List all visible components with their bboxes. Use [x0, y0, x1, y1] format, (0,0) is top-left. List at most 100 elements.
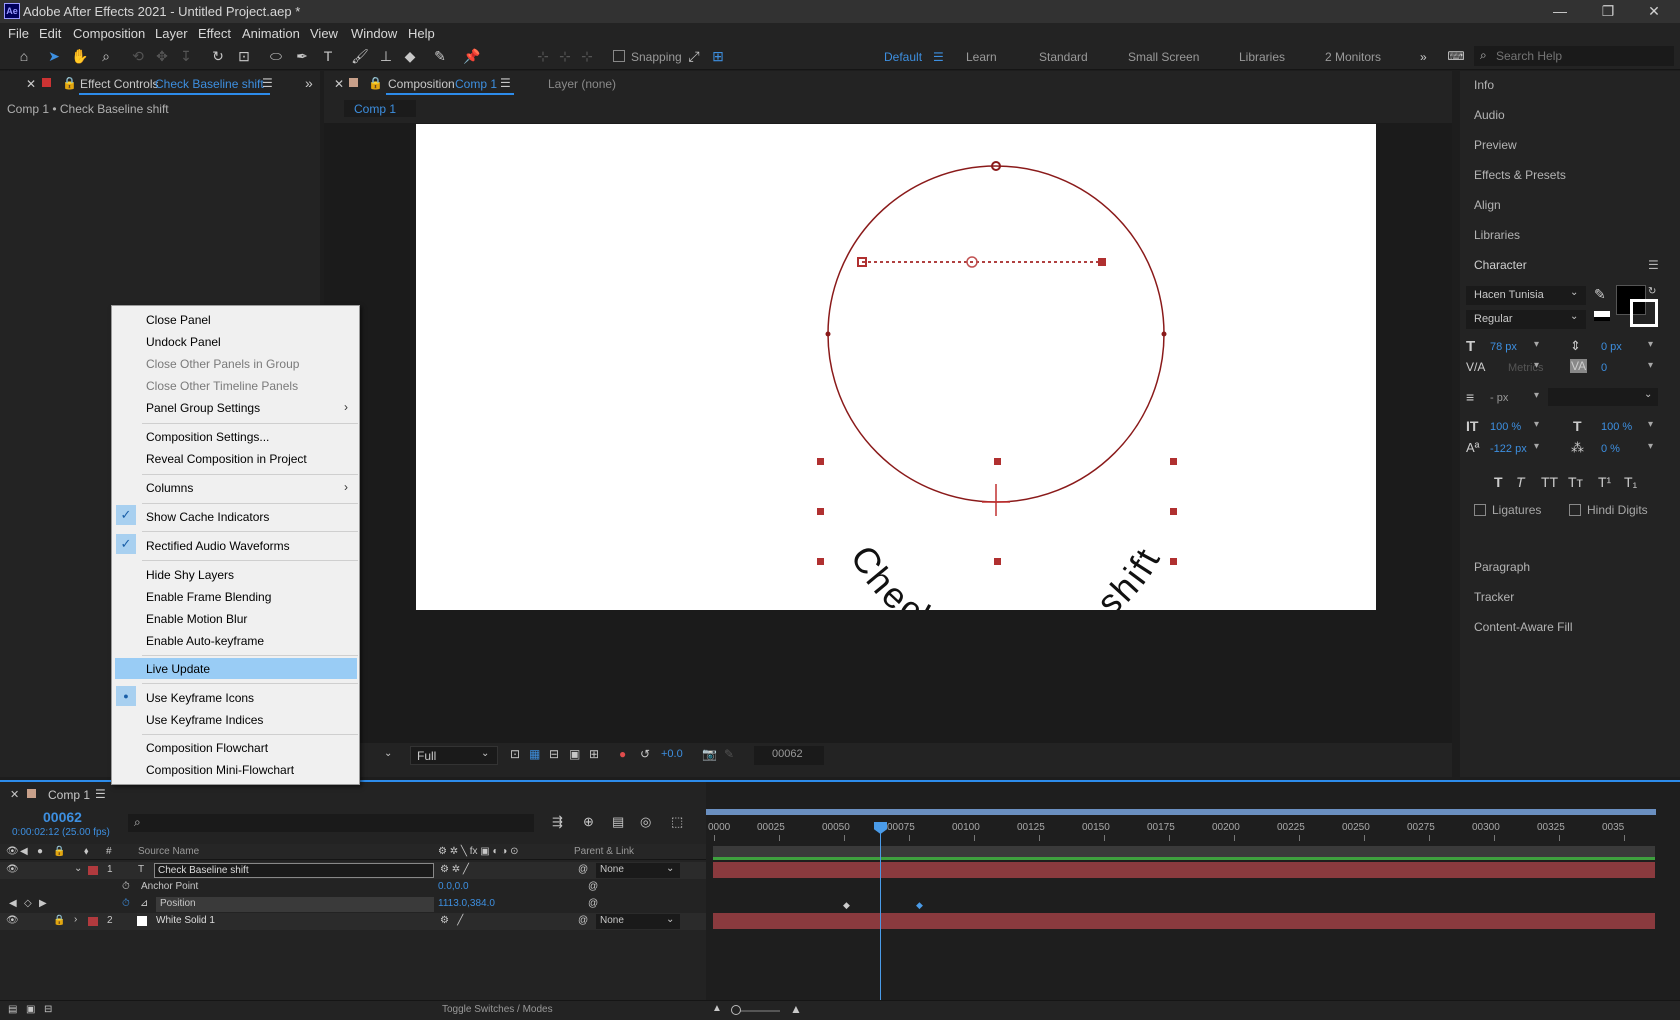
menu-item-undock-panel[interactable]: Undock Panel — [146, 335, 221, 349]
effects-presets-panel-tab[interactable]: Effects & Presets — [1474, 168, 1566, 182]
transfer-controls-icon[interactable]: ▣ — [26, 1004, 35, 1015]
property-row[interactable]: ⏱ Anchor Point 0.0,0.0 @ — [0, 879, 706, 896]
character-panel-menu-icon[interactable]: ☰ — [1648, 258, 1659, 272]
expression-pick-whip-icon[interactable]: @ — [588, 898, 598, 909]
label-column-icon[interactable]: ⬧ — [84, 846, 89, 857]
menu-item-enable-motion-blur[interactable]: Enable Motion Blur — [146, 612, 247, 626]
menu-item-use-keyframe-icons[interactable]: Use Keyframe Icons — [146, 691, 254, 705]
exposure-value[interactable]: +0.0 — [661, 748, 683, 760]
panel-menu-icon[interactable]: ☰ — [262, 76, 273, 90]
label-color-icon[interactable] — [88, 917, 98, 926]
bounding-box-handle-icon[interactable] — [1170, 558, 1177, 565]
motion-blur-icon[interactable]: ◎ — [640, 814, 651, 830]
menu-item-composition-mini-flowchart[interactable]: Composition Mini-Flowchart — [146, 763, 294, 777]
effect-controls-target[interactable]: Check Baseline shift — [155, 77, 264, 91]
snapshot-icon[interactable]: 📷 — [702, 747, 717, 761]
dolly-tool-icon[interactable]: ↧ — [176, 47, 196, 65]
stopwatch-icon[interactable]: ⏱ — [122, 881, 130, 892]
current-time-display[interactable]: 00062 — [43, 809, 82, 825]
snapping-checkbox[interactable] — [613, 50, 625, 62]
bounding-box-handle-icon[interactable] — [817, 508, 824, 515]
panel-overflow-icon[interactable]: » — [305, 75, 313, 91]
tracker-panel-tab[interactable]: Tracker — [1474, 590, 1514, 604]
leading-value[interactable]: 0 px — [1601, 341, 1622, 353]
chevron-down-icon[interactable]: ▾ — [1534, 339, 1539, 350]
property-value[interactable]: 1113.0,384.0 — [438, 898, 495, 909]
close-tab-icon[interactable]: ✕ — [26, 77, 36, 91]
eraser-tool-icon[interactable]: ◆ — [400, 47, 420, 65]
character-panel-title[interactable]: Character — [1474, 258, 1527, 272]
close-window-button[interactable]: ✕ — [1634, 0, 1674, 23]
magnification-dropdown-icon[interactable]: ⌄ — [384, 748, 392, 759]
pan-behind-tool-icon[interactable]: ⊡ — [234, 47, 254, 65]
menu-view[interactable]: View — [310, 26, 338, 41]
menu-item-composition-settings[interactable]: Composition Settings... — [146, 430, 269, 444]
pick-whip-icon[interactable]: @ — [578, 864, 588, 875]
faux-bold-button[interactable]: T — [1494, 474, 1503, 490]
layer-switches-icon[interactable]: ⚙ ✲ ╱ — [440, 864, 469, 875]
workspace-menu-icon[interactable]: ☰ — [933, 50, 944, 64]
keyframe-icon[interactable]: ◆ — [916, 900, 923, 911]
font-family-dropdown[interactable]: Hacen Tunisia — [1474, 289, 1544, 301]
comp-mini-flowchart-icon[interactable]: ⇶ — [552, 814, 563, 830]
workspace-small-screen[interactable]: Small Screen — [1128, 50, 1199, 64]
layer-name[interactable]: White Solid 1 — [156, 915, 215, 926]
close-tab-icon[interactable]: ✕ — [10, 788, 19, 801]
all-caps-button[interactable]: TT — [1541, 474, 1558, 490]
chevron-down-icon[interactable]: ▾ — [1534, 360, 1539, 371]
orbit-tool-icon[interactable]: ⟲ — [128, 47, 148, 65]
timeline-graph-area[interactable] — [706, 782, 1680, 1020]
current-frame[interactable]: 00062 — [772, 748, 803, 760]
transparency-grid-icon[interactable]: ▦ — [529, 747, 540, 761]
stroke-width-value[interactable]: - px — [1490, 392, 1508, 404]
layer-search-field[interactable]: ⌕ — [128, 814, 534, 832]
layer-switches-pane-icon[interactable]: ▤ — [8, 1004, 17, 1015]
maximize-button[interactable]: ❐ — [1588, 0, 1628, 23]
vertical-scale-value[interactable]: 100 % — [1490, 421, 1521, 433]
graph-icon[interactable]: ⊿ — [140, 898, 148, 909]
content-aware-fill-panel-tab[interactable]: Content-Aware Fill — [1474, 620, 1572, 634]
bounding-box-handle-icon[interactable] — [994, 558, 1001, 565]
menu-item-show-cache-indicators[interactable]: Show Cache Indicators — [146, 510, 269, 524]
lock-icon[interactable]: 🔒 — [368, 76, 383, 90]
faux-italic-button[interactable]: T — [1516, 474, 1525, 490]
selection-tool-icon[interactable]: ➤ — [44, 47, 64, 65]
superscript-button[interactable]: T¹ — [1598, 474, 1611, 490]
swap-colors-icon[interactable]: ↻ — [1648, 286, 1656, 297]
panel-menu-icon[interactable]: ☰ — [95, 787, 106, 801]
label-color-icon[interactable] — [88, 866, 98, 875]
hand-tool-icon[interactable]: ✋ — [70, 47, 90, 65]
graph-editor-icon[interactable]: ⬚ — [671, 814, 683, 830]
layer-name[interactable]: Check Baseline shift — [158, 865, 249, 876]
minimize-button[interactable]: — — [1540, 0, 1580, 23]
home-icon[interactable]: ⌂ — [14, 47, 34, 65]
search-help-input[interactable] — [1496, 48, 1666, 64]
time-ruler[interactable]: 0000 00025 00050 00075 00100 00125 00150 00175 0… — [706, 820, 1656, 842]
layer-tab[interactable]: Layer (none) — [548, 77, 616, 91]
lock-icon[interactable]: 🔒 — [62, 76, 77, 90]
layer-1-duration-bar[interactable] — [713, 862, 1655, 878]
menu-animation[interactable]: Animation — [242, 26, 300, 41]
draft-3d-icon[interactable]: ⊕ — [583, 814, 594, 830]
layer-switches-icon[interactable]: ⚙ ╱ — [440, 915, 463, 926]
panel-menu-icon[interactable]: ☰ — [500, 76, 511, 90]
stroke-color-swatch[interactable] — [1630, 299, 1658, 327]
guide-handle-icon[interactable] — [1098, 258, 1106, 266]
workspace-libraries[interactable]: Libraries — [1239, 50, 1285, 64]
bounding-box-handle-icon[interactable] — [817, 458, 824, 465]
menu-item-hide-shy-layers[interactable]: Hide Shy Layers — [146, 568, 234, 582]
baseline-shift-value[interactable]: -122 px — [1490, 443, 1527, 455]
property-value[interactable]: 0.0,0.0 — [438, 881, 469, 892]
chevron-down-icon[interactable]: ▾ — [1648, 360, 1653, 371]
chevron-right-icon[interactable]: › — [74, 914, 77, 925]
parent-link-header[interactable]: Parent & Link — [574, 846, 634, 857]
horizontal-scale-value[interactable]: 100 % — [1601, 421, 1632, 433]
small-caps-button[interactable]: Tт — [1568, 474, 1583, 490]
composition-canvas[interactable]: Check Baseline shift — [416, 124, 1376, 610]
info-panel-tab[interactable]: Info — [1474, 78, 1494, 92]
reset-exposure-icon[interactable]: ↺ — [640, 747, 650, 761]
composition-tab-label[interactable]: Composition — [388, 77, 455, 91]
bounding-box-handle-icon[interactable] — [1170, 458, 1177, 465]
chevron-down-icon[interactable]: ⌄ — [74, 863, 82, 874]
menu-window[interactable]: Window — [351, 26, 397, 41]
